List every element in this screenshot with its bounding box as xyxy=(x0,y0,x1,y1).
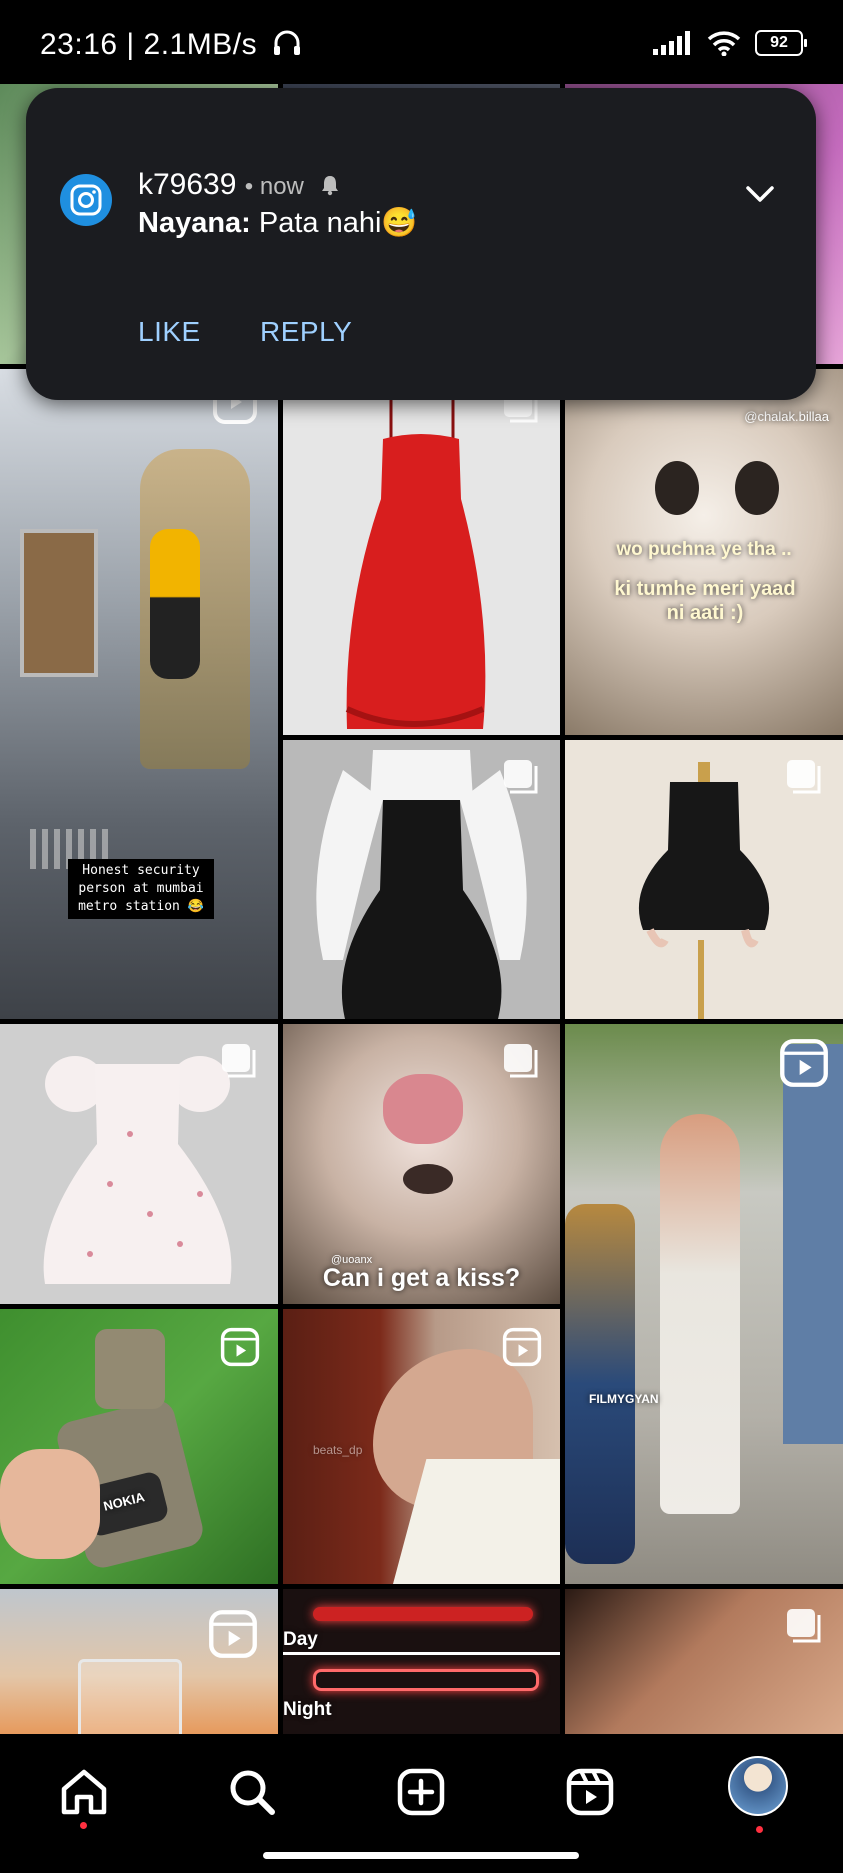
battery-indicator: 92 xyxy=(755,30,807,56)
glass-block xyxy=(78,1659,182,1734)
notification-banner[interactable]: k79639 • now Nayana: Pata nahi😅 LIKE REP… xyxy=(26,88,816,400)
reel-tile-metro[interactable]: Honest security person at mumbai metro s… xyxy=(0,369,278,1019)
bell-icon xyxy=(322,176,339,196)
reels-icon xyxy=(502,1327,542,1367)
notification-message: Nayana: Pata nahi😅 xyxy=(138,206,418,240)
reel-caption: Honest security person at mumbai metro s… xyxy=(68,859,214,919)
create-icon xyxy=(397,1768,445,1816)
status-time-speed: 23:16 | 2.1MB/s xyxy=(40,28,302,62)
home-indicator[interactable] xyxy=(263,1852,579,1859)
reply-button[interactable]: REPLY xyxy=(260,316,352,348)
profile-notification-dot xyxy=(756,1826,763,1833)
status-icons: 92 xyxy=(653,30,807,56)
notification-text: Pata nahi😅 xyxy=(258,207,418,239)
signal-icon xyxy=(653,31,690,55)
nav-home[interactable] xyxy=(54,1762,114,1822)
taillight-day-label: Day xyxy=(283,1629,318,1650)
carousel-icon xyxy=(787,760,821,794)
reels-icon xyxy=(780,1039,828,1087)
walkie-small xyxy=(95,1329,165,1409)
reels-icon xyxy=(566,1768,614,1816)
reels-icon xyxy=(220,1327,260,1367)
carousel-icon xyxy=(787,1609,821,1643)
reel-tile-walkie[interactable]: NOKIA xyxy=(0,1309,278,1584)
notification-sender: Nayana: xyxy=(138,207,251,239)
hand xyxy=(0,1449,100,1559)
notification-header: k79639 • now xyxy=(138,168,342,202)
notification-time: • now xyxy=(244,173,304,200)
cat-mouth xyxy=(403,1164,453,1194)
person-figure xyxy=(565,1204,635,1564)
taillight-bar xyxy=(313,1607,533,1621)
nav-profile[interactable] xyxy=(728,1756,788,1816)
bottom-nav xyxy=(0,1734,843,1873)
filmygyan-watermark: FILMYGYAN xyxy=(589,1392,659,1406)
reel-tile-filmygyan[interactable]: FILMYGYAN xyxy=(565,1024,843,1584)
status-bar: 23:16 | 2.1MB/s 92 xyxy=(0,0,843,84)
taillight-bar xyxy=(313,1669,539,1691)
cat-meme-line2: ki tumhe meri yaad ni aati :) xyxy=(614,578,796,624)
notification-username: k79639 xyxy=(138,168,237,201)
nav-create[interactable] xyxy=(391,1762,451,1822)
nav-search[interactable] xyxy=(222,1762,282,1822)
chevron-down-icon[interactable] xyxy=(744,184,776,204)
home-icon xyxy=(61,1769,107,1815)
cat-eye-left xyxy=(655,461,699,515)
cat-nose xyxy=(383,1074,463,1144)
reel-tile-sunset[interactable] xyxy=(0,1589,278,1734)
wifi-icon xyxy=(707,31,741,56)
escalator-gate xyxy=(20,529,98,677)
post-tile-cat-meme[interactable]: @chalak.billaa wo puchna ye tha .. ki tu… xyxy=(565,369,843,735)
nav-reels[interactable] xyxy=(560,1762,620,1822)
taillight-night-label: Night xyxy=(283,1699,332,1720)
headphones-icon xyxy=(273,30,300,55)
post-tile-floral-dress[interactable] xyxy=(0,1024,278,1304)
post-tile-bracelet[interactable] xyxy=(565,1589,843,1734)
post-tile-bw-dress[interactable] xyxy=(283,740,560,1019)
post-tile-red-dress[interactable] xyxy=(283,369,560,735)
kiss-caption: Can i get a kiss? xyxy=(322,1264,521,1292)
reels-icon xyxy=(209,1610,257,1658)
home-notification-dot xyxy=(80,1822,87,1829)
reel-tile-beats[interactable]: beats_dp xyxy=(283,1309,560,1584)
post-tile-black-mini-dress[interactable] xyxy=(565,740,843,1019)
door-panel xyxy=(783,1044,843,1444)
like-button[interactable]: LIKE xyxy=(138,316,201,348)
child-figure xyxy=(150,529,200,679)
carousel-icon xyxy=(504,760,538,794)
carousel-icon xyxy=(504,1044,538,1078)
post-tile-cat-kiss[interactable]: @uoanx Can i get a kiss? xyxy=(283,1024,560,1304)
cat-eye-right xyxy=(735,461,779,515)
divider-line xyxy=(283,1652,560,1655)
beats-watermark: beats_dp xyxy=(313,1443,363,1457)
carousel-icon xyxy=(222,1044,256,1078)
cat-meme-line1: wo puchna ye tha .. xyxy=(616,539,792,560)
profile-avatar xyxy=(728,1756,788,1816)
post-tile-taillights[interactable]: Day Night xyxy=(283,1589,560,1734)
cat-watermark: @chalak.billaa xyxy=(744,409,829,424)
instagram-icon xyxy=(60,174,112,226)
search-icon xyxy=(230,1770,275,1815)
person-figure xyxy=(660,1114,740,1514)
